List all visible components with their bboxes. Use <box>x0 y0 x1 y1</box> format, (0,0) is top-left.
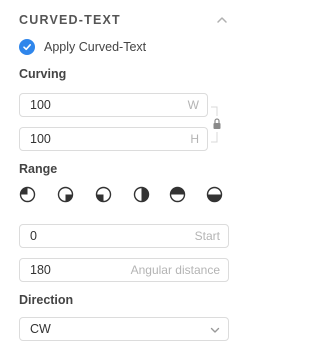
range-label: Range <box>19 162 58 176</box>
aspect-lock[interactable] <box>208 103 224 146</box>
curving-height-input[interactable]: 100 H <box>19 127 208 151</box>
direction-label: Direction <box>19 293 74 307</box>
chevron-down-icon <box>209 323 221 335</box>
apply-curved-text-checkbox[interactable]: Apply Curved-Text <box>19 38 146 56</box>
panel-header: CURVED-TEXT <box>19 11 229 29</box>
angular-distance-value: 180 <box>30 263 51 277</box>
start-value: 0 <box>30 229 37 243</box>
curving-width-suffix: W <box>187 98 199 112</box>
angular-distance-input[interactable]: 180 Angular distance <box>19 258 229 282</box>
three-quarter-circle-icon[interactable] <box>57 186 74 203</box>
start-suffix: Start <box>194 229 220 243</box>
curving-height-value: 100 <box>30 132 51 146</box>
apply-curved-text-label: Apply Curved-Text <box>44 40 147 54</box>
direction-value: CW <box>30 322 51 336</box>
chevron-up-icon[interactable] <box>215 13 229 27</box>
checkmark-icon[interactable] <box>19 39 35 55</box>
quarter-circle-icon[interactable] <box>19 186 36 203</box>
lock-icon <box>213 118 221 129</box>
curving-width-input[interactable]: 100 W <box>19 93 208 117</box>
curving-height-suffix: H <box>190 132 199 146</box>
curving-width-value: 100 <box>30 98 51 112</box>
half-quarter-circle-icon[interactable] <box>95 186 112 203</box>
angular-distance-suffix: Angular distance <box>130 263 220 277</box>
curving-label: Curving <box>19 67 67 81</box>
half-circle-bottom-icon[interactable] <box>206 186 223 203</box>
direction-select[interactable]: CW <box>19 317 229 341</box>
half-circle-top-icon[interactable] <box>169 186 186 203</box>
start-input[interactable]: 0 Start <box>19 224 229 248</box>
range-presets <box>19 186 224 204</box>
panel-title: CURVED-TEXT <box>19 13 121 27</box>
left-quarter-circle-icon[interactable] <box>133 186 150 203</box>
